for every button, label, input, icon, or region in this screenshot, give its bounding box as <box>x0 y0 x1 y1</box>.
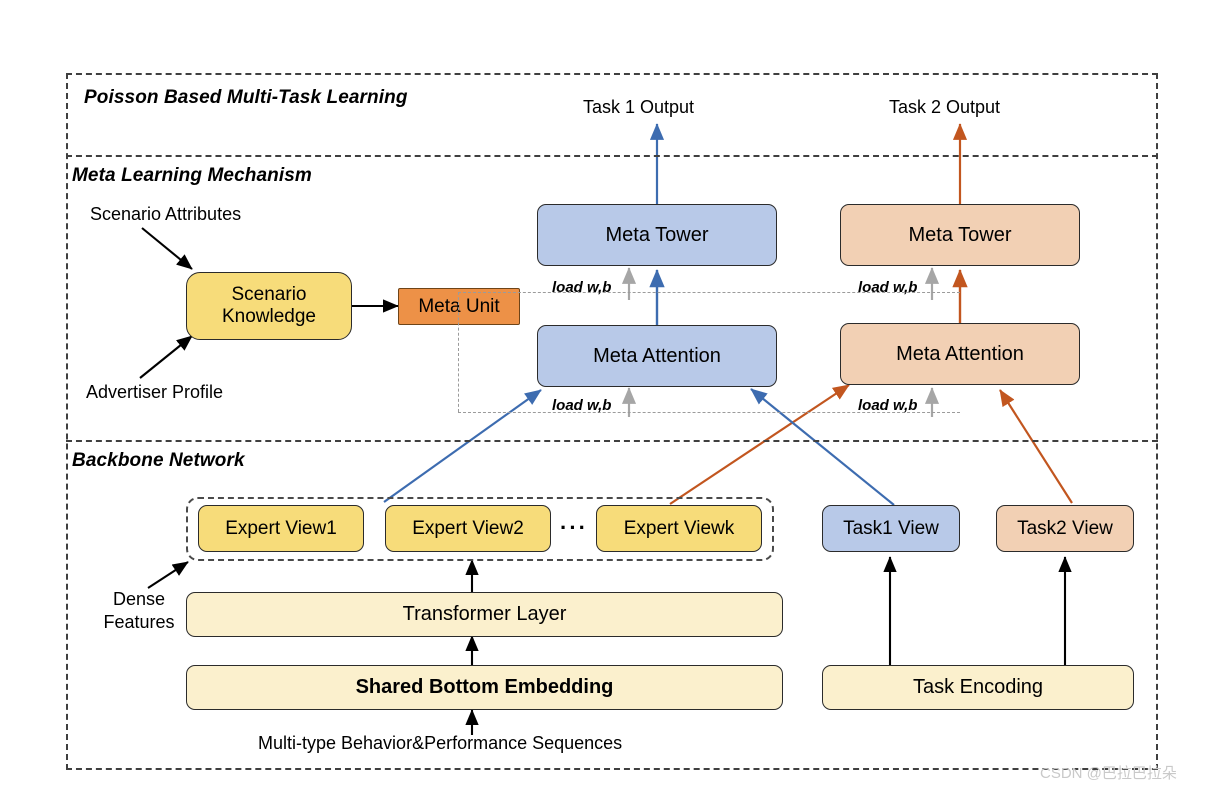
shared-bottom-embedding-label: Shared Bottom Embedding <box>355 676 614 698</box>
load-wb-label-attention1: load w,b <box>552 397 612 414</box>
transformer-layer-box[interactable]: Transformer Layer <box>186 592 783 637</box>
meta-attention-task1[interactable]: Meta Attention <box>537 325 777 387</box>
task-encoding-box[interactable]: Task Encoding <box>822 665 1134 710</box>
meta-attention-task1-label: Meta Attention <box>593 344 721 367</box>
task2-view-label: Task2 View <box>1017 517 1113 539</box>
divider-meta-backbone <box>66 440 1158 442</box>
divider-poisson-meta <box>66 155 1158 157</box>
load-wb-label-tower2: load w,b <box>858 279 918 296</box>
meta-tower-task1-label: Meta Tower <box>605 223 709 246</box>
scenario-knowledge-box[interactable]: Scenario Knowledge <box>186 272 352 340</box>
csdn-watermark: CSDN @巴拉巴拉朵 <box>1040 765 1177 782</box>
scenario-knowledge-line2: Knowledge <box>221 306 317 327</box>
input-sequences-caption: Multi-type Behavior&Performance Sequence… <box>258 733 623 753</box>
expert-view-1-label: Expert View1 <box>225 517 337 539</box>
meta-attention-task2-label: Meta Attention <box>896 342 1024 365</box>
meta-attention-task2[interactable]: Meta Attention <box>840 323 1080 385</box>
meta-tower-task2-label: Meta Tower <box>908 223 1012 246</box>
scenario-attributes-label: Scenario Attributes <box>90 204 242 224</box>
section-title-backbone: Backbone Network <box>72 450 245 471</box>
meta-tower-task2[interactable]: Meta Tower <box>840 204 1080 266</box>
section-title-meta: Meta Learning Mechanism <box>72 165 312 186</box>
expert-view-k-label: Expert Viewk <box>623 517 735 539</box>
task-encoding-label: Task Encoding <box>912 676 1044 698</box>
expert-view-1[interactable]: Expert View1 <box>198 505 364 552</box>
dashed-route-vertical <box>458 292 459 412</box>
meta-unit-label: Meta Unit <box>418 295 500 317</box>
task1-output-label: Task 1 Output <box>583 97 695 117</box>
task2-view[interactable]: Task2 View <box>996 505 1134 552</box>
transformer-layer-label: Transformer Layer <box>402 603 567 625</box>
section-title-poisson: Poisson Based Multi-Task Learning <box>84 87 408 108</box>
task1-view[interactable]: Task1 View <box>822 505 960 552</box>
expert-views-ellipsis: ··· <box>560 515 588 540</box>
architecture-diagram: Poisson Based Multi-Task Learning Meta L… <box>0 0 1226 792</box>
expert-view-2-label: Expert View2 <box>412 517 524 539</box>
dense-features-line1: Dense <box>112 589 166 609</box>
expert-view-2[interactable]: Expert View2 <box>385 505 551 552</box>
expert-view-k[interactable]: Expert Viewk <box>596 505 762 552</box>
dense-features-line2: Features <box>103 611 175 632</box>
meta-unit-box[interactable]: Meta Unit <box>398 288 520 325</box>
advertiser-profile-label: Advertiser Profile <box>86 382 224 402</box>
task1-view-label: Task1 View <box>843 517 939 539</box>
load-wb-label-attention2: load w,b <box>858 397 918 414</box>
dense-features-label: Dense Features <box>97 588 181 633</box>
shared-bottom-embedding-box[interactable]: Shared Bottom Embedding <box>186 665 783 710</box>
scenario-knowledge-line1: Scenario <box>231 284 307 306</box>
load-wb-label-tower1: load w,b <box>552 279 612 296</box>
task2-output-label: Task 2 Output <box>889 97 1001 117</box>
meta-tower-task1[interactable]: Meta Tower <box>537 204 777 266</box>
